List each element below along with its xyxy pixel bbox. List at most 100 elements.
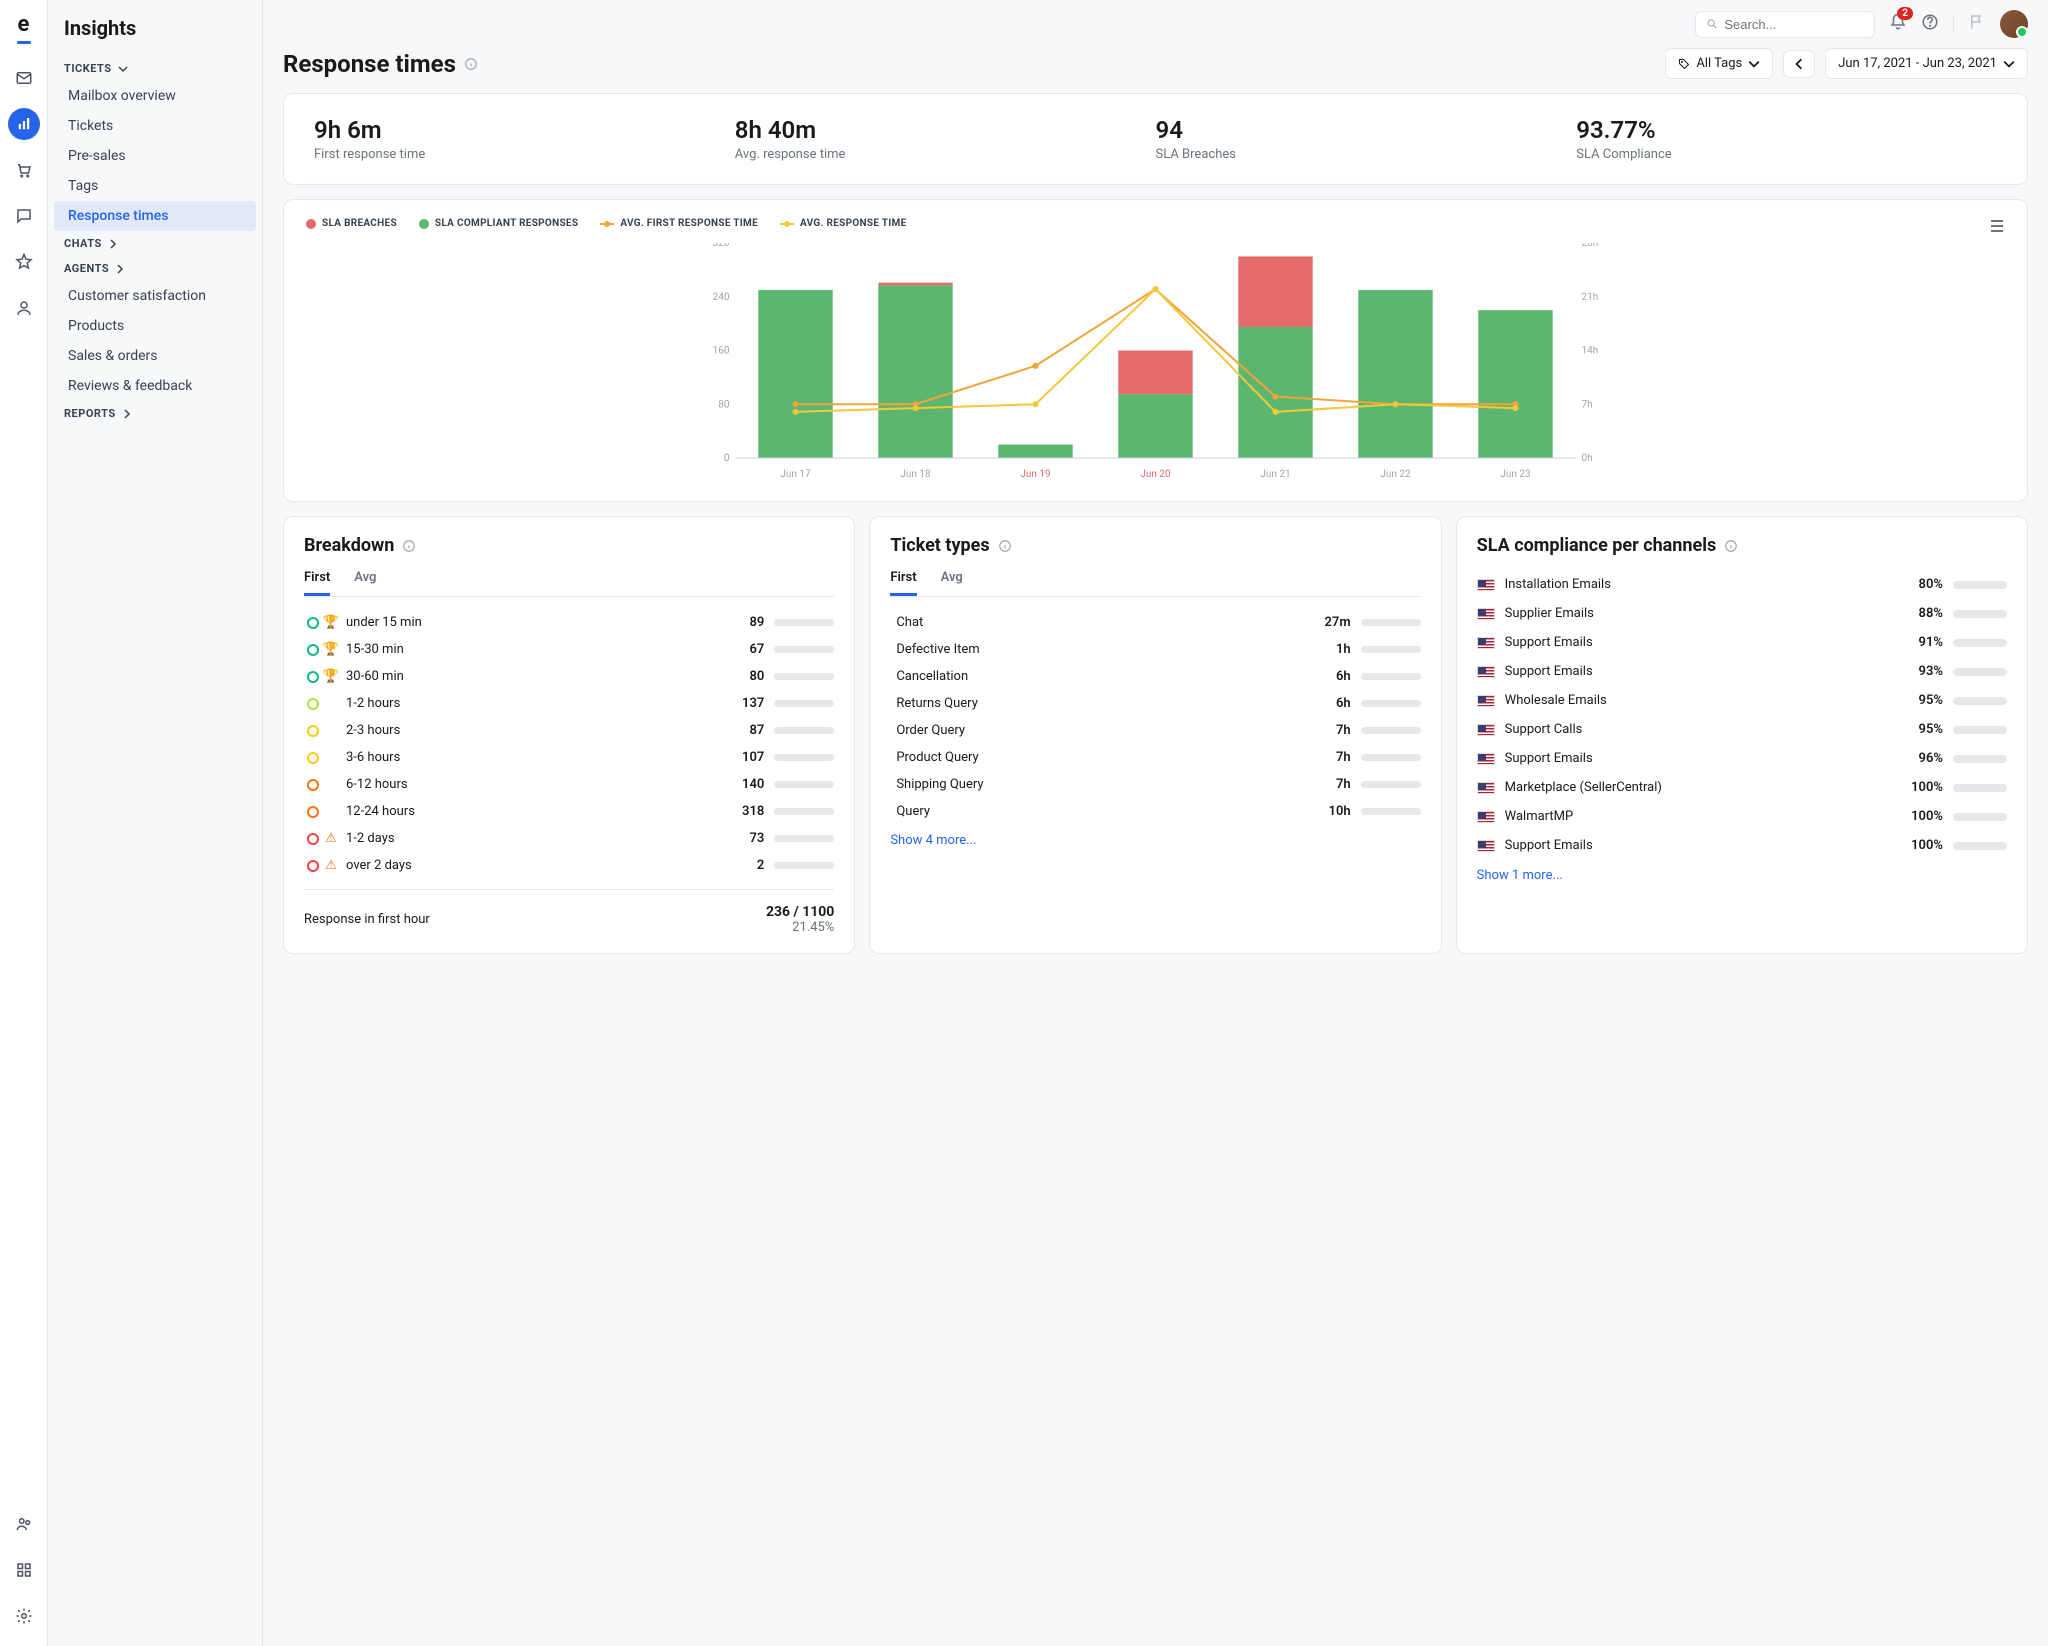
chevron-left-icon: [1793, 58, 1805, 70]
sla-row: Support Emails100%: [1477, 831, 2007, 860]
breakdown-row: 3-6 hours107: [304, 744, 834, 771]
ticket-types-show-more[interactable]: Show 4 more...: [890, 833, 976, 848]
page-header: Response times All Tags Jun 17, 2021 - J…: [283, 48, 2028, 79]
notifications-icon[interactable]: 2: [1889, 13, 1907, 35]
customers-icon[interactable]: [8, 292, 40, 324]
trophy-icon: 🏆: [322, 669, 340, 684]
ticket-type-label: Query: [896, 804, 1316, 819]
date-range-picker[interactable]: Jun 17, 2021 - Jun 23, 2021: [1825, 48, 2028, 79]
app-logo: e: [18, 12, 30, 37]
ticket-type-label: Returns Query: [896, 696, 1316, 711]
sla-label: Wholesale Emails: [1505, 693, 1909, 708]
mail-icon[interactable]: [8, 62, 40, 94]
info-icon[interactable]: [402, 539, 416, 553]
breakdown-row: ⚠over 2 days2: [304, 852, 834, 879]
divider: [1953, 14, 1954, 34]
ticket-type-row: Query10h: [890, 798, 1420, 825]
sla-label: Support Emails: [1505, 751, 1909, 766]
settings-icon[interactable]: [8, 1600, 40, 1632]
nav-products[interactable]: Products: [48, 311, 262, 341]
breakdown-tab-avg[interactable]: Avg: [354, 570, 376, 596]
ring-icon: [307, 644, 319, 656]
sla-label: WalmartMP: [1505, 809, 1901, 824]
chevron-right-icon: [122, 409, 132, 419]
nav-customer-satisfaction[interactable]: Customer satisfaction: [48, 281, 262, 311]
ticket-type-value: 7h: [1317, 777, 1351, 792]
svg-text:Jun 19: Jun 19: [1020, 469, 1050, 480]
svg-text:Jun 23: Jun 23: [1500, 469, 1530, 480]
ticket-type-label: Cancellation: [896, 669, 1316, 684]
nav-mailbox-overview[interactable]: Mailbox overview: [48, 81, 262, 111]
sla-label: Support Emails: [1505, 838, 1901, 853]
sla-bar: [1953, 697, 2007, 705]
sla-value: 95%: [1919, 693, 1943, 708]
icon-rail: e: [0, 0, 48, 1646]
svg-text:Jun 17: Jun 17: [780, 469, 811, 480]
info-icon[interactable]: [1724, 539, 1738, 553]
ticket-type-row: Defective Item1h: [890, 636, 1420, 663]
trophy-icon: 🏆: [322, 615, 340, 630]
logo-underline: [17, 41, 31, 44]
nav-group-chats[interactable]: CHATS: [48, 231, 262, 256]
sidebar: Insights TICKETS Mailbox overview Ticket…: [48, 0, 263, 1646]
breakdown-bar: [774, 835, 834, 842]
info-icon[interactable]: [464, 57, 478, 71]
ticket-type-bar: [1361, 619, 1421, 626]
us-flag-icon: [1477, 637, 1495, 649]
us-flag-icon: [1477, 666, 1495, 678]
nav-response-times[interactable]: Response times: [54, 201, 256, 231]
main-content: 2 Response times All Tags: [263, 0, 2048, 1646]
info-icon[interactable]: [998, 539, 1012, 553]
breakdown-bar: [774, 808, 834, 815]
nav-group-agents[interactable]: AGENTS: [48, 256, 262, 281]
sla-row: WalmartMP100%: [1477, 802, 2007, 831]
ticket-types-tab-first[interactable]: First: [890, 570, 916, 596]
user-avatar[interactable]: [2000, 10, 2028, 38]
ticket-types-tab-avg[interactable]: Avg: [941, 570, 963, 596]
nav-group-reports[interactable]: REPORTS: [48, 401, 262, 426]
flag-icon[interactable]: [1968, 13, 1986, 35]
nav-presales[interactable]: Pre-sales: [48, 141, 262, 171]
nav-reviews[interactable]: Reviews & feedback: [48, 371, 262, 401]
sla-show-more[interactable]: Show 1 more...: [1477, 868, 1563, 883]
ticket-type-value: 1h: [1317, 642, 1351, 657]
tags-filter[interactable]: All Tags: [1665, 48, 1773, 79]
chevron-down-icon: [2003, 58, 2015, 70]
nav-tags[interactable]: Tags: [48, 171, 262, 201]
chart-legend: SLA BREACHES SLA COMPLIANT RESPONSES AVG…: [306, 218, 2005, 229]
svg-text:Jun 22: Jun 22: [1380, 469, 1411, 480]
team-icon[interactable]: [8, 1508, 40, 1540]
apps-icon[interactable]: [8, 1554, 40, 1586]
sla-value: 91%: [1919, 635, 1943, 650]
ticket-type-bar: [1361, 646, 1421, 653]
breakdown-tab-first[interactable]: First: [304, 570, 330, 596]
breakdown-row: 🏆under 15 min89: [304, 609, 834, 636]
breakdown-value: 87: [730, 723, 764, 738]
insights-icon[interactable]: [8, 108, 40, 140]
ticket-type-label: Order Query: [896, 723, 1316, 738]
breakdown-row: 1-2 hours137: [304, 690, 834, 717]
ticket-type-bar: [1361, 781, 1421, 788]
warning-icon: ⚠: [322, 858, 340, 873]
chart-menu-button[interactable]: [1989, 218, 2005, 238]
stats-card: 9h 6mFirst response time 8h 40mAvg. resp…: [283, 93, 2028, 185]
cart-icon[interactable]: [8, 154, 40, 186]
chat-icon[interactable]: [8, 200, 40, 232]
breakdown-value: 89: [730, 615, 764, 630]
breakdown-value: 107: [730, 750, 764, 765]
help-icon[interactable]: [1921, 13, 1939, 35]
breakdown-value: 140: [730, 777, 764, 792]
nav-sales-orders[interactable]: Sales & orders: [48, 341, 262, 371]
ring-icon: [307, 833, 319, 845]
prev-period-button[interactable]: [1783, 50, 1815, 78]
nav-group-tickets[interactable]: TICKETS: [48, 56, 262, 81]
search-input[interactable]: [1724, 17, 1864, 32]
nav-tickets[interactable]: Tickets: [48, 111, 262, 141]
sla-value: 100%: [1911, 780, 1943, 795]
breakdown-label: 2-3 hours: [346, 723, 730, 738]
search-box[interactable]: [1695, 11, 1875, 38]
ring-icon: [307, 671, 319, 683]
star-icon[interactable]: [8, 246, 40, 278]
chevron-down-icon: [1748, 58, 1760, 70]
ticket-type-value: 7h: [1317, 750, 1351, 765]
